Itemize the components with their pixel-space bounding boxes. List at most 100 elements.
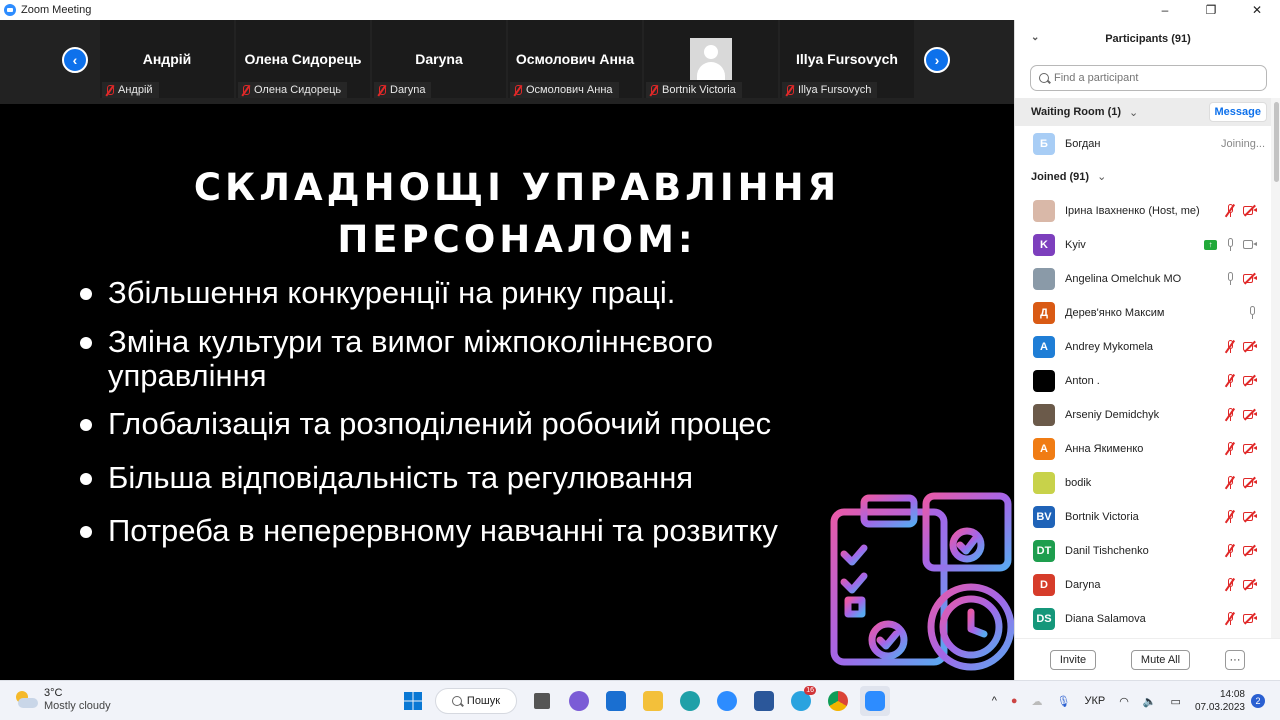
participant-name: Ірина Івахненко (Host, me) <box>1065 205 1200 217</box>
participant-row[interactable]: bodik <box>1015 466 1271 500</box>
mic-muted-icon[interactable] <box>1224 611 1235 626</box>
video-off-icon[interactable] <box>1243 408 1257 421</box>
video-off-icon[interactable] <box>1243 510 1257 523</box>
chrome-icon[interactable] <box>823 686 853 716</box>
video-off-icon[interactable] <box>1243 578 1257 591</box>
participant-row[interactable]: Anton . <box>1015 364 1271 398</box>
windows-start-icon[interactable] <box>398 686 428 716</box>
invite-button[interactable]: Invite <box>1050 650 1096 670</box>
participant-row[interactable]: Angelina Omelchuk MO <box>1015 262 1271 296</box>
mic-icon[interactable] <box>1225 272 1235 285</box>
avatar <box>1033 472 1055 494</box>
mic-muted-icon[interactable] <box>1224 441 1235 456</box>
waiting-room-label: Waiting Room (1) <box>1031 106 1122 118</box>
title-bar: Zoom Meeting – ❐ ✕ <box>0 0 1280 20</box>
mail-icon[interactable] <box>601 686 631 716</box>
chevron-up-icon[interactable]: ^ <box>992 695 997 707</box>
search-input[interactable] <box>1054 72 1254 84</box>
video-off-icon[interactable] <box>1243 340 1257 353</box>
mic-muted-icon[interactable] <box>1224 543 1235 558</box>
taskbar-search[interactable]: Пошук <box>435 688 517 714</box>
clock[interactable]: 14:08 07.03.2023 <box>1195 688 1245 714</box>
video-tile[interactable]: Bortnik Victoria <box>644 20 778 98</box>
mute-all-button[interactable]: Mute All <box>1131 650 1190 670</box>
video-tile[interactable]: Андрій Андрій <box>100 20 234 98</box>
weather-widget[interactable]: 3°C Mostly cloudy <box>14 687 111 713</box>
cloud-icon[interactable]: ☁ <box>1032 695 1043 708</box>
minimize-button[interactable]: – <box>1142 0 1188 20</box>
participant-row[interactable]: A Анна Якименко <box>1015 432 1271 466</box>
tile-label: Осмолович Анна <box>510 82 619 98</box>
telegram-icon[interactable]: 16 <box>786 686 816 716</box>
participant-status-icons <box>1224 611 1257 626</box>
mic-muted-icon[interactable] <box>1224 475 1235 490</box>
search-icon <box>451 696 462 706</box>
participant-row[interactable]: A Andrey Mykomela <box>1015 330 1271 364</box>
mic-muted-icon[interactable] <box>1224 203 1235 218</box>
battery-icon[interactable]: ▭ <box>1171 695 1181 708</box>
chevron-left-icon[interactable]: ‹ <box>62 47 88 73</box>
mic-muted-icon[interactable] <box>1224 577 1235 592</box>
video-icon[interactable] <box>1243 239 1257 250</box>
avatar: Д <box>1033 302 1055 324</box>
volume-icon[interactable]: 🔈 <box>1143 695 1157 708</box>
joined-section-header[interactable]: Joined (91) ⌄ <box>1031 170 1106 184</box>
waiting-room-header[interactable]: Waiting Room (1) ⌄ Message <box>1015 98 1271 126</box>
video-off-icon[interactable] <box>1243 544 1257 557</box>
video-tile[interactable]: Daryna Daryna <box>372 20 506 98</box>
participant-status-icons <box>1224 577 1257 592</box>
participant-status-icons <box>1224 203 1257 218</box>
video-off-icon[interactable] <box>1243 612 1257 625</box>
mic-muted-icon[interactable] <box>1224 339 1235 354</box>
participant-row[interactable]: Arseniy Demidchyk <box>1015 398 1271 432</box>
zoom-icon[interactable] <box>712 686 742 716</box>
mic-muted-icon[interactable] <box>1224 407 1235 422</box>
file-explorer-icon[interactable] <box>638 686 668 716</box>
participant-search[interactable] <box>1030 65 1267 91</box>
waiting-participant-row[interactable]: Б Богдан Joining... <box>1015 130 1271 158</box>
scrollbar[interactable] <box>1271 98 1280 638</box>
teams-chat-icon[interactable] <box>564 686 594 716</box>
video-off-icon[interactable] <box>1243 442 1257 455</box>
participant-row[interactable]: DS Diana Salamova <box>1015 602 1271 636</box>
scrollbar-thumb[interactable] <box>1274 102 1279 182</box>
participant-row[interactable]: DT Danil Tishchenko <box>1015 534 1271 568</box>
video-off-icon[interactable] <box>1243 476 1257 489</box>
chevron-right-icon[interactable]: › <box>924 47 950 73</box>
message-button[interactable]: Message <box>1208 102 1267 122</box>
participant-row[interactable]: K Kyiv ↑ <box>1015 228 1271 262</box>
task-view-icon[interactable] <box>527 686 557 716</box>
tile-label: Bortnik Victoria <box>646 82 742 98</box>
mic-icon[interactable] <box>1225 238 1235 251</box>
zoom-active-icon[interactable] <box>860 686 890 716</box>
video-off-icon[interactable] <box>1243 204 1257 217</box>
security-icon[interactable]: ● <box>1011 695 1018 707</box>
video-off-icon[interactable] <box>1243 374 1257 387</box>
edge-browser-icon[interactable] <box>675 686 705 716</box>
video-tile[interactable]: Illya Fursovych Illya Fursovych <box>780 20 914 98</box>
notification-badge[interactable]: 2 <box>1251 694 1265 708</box>
video-tile[interactable]: Осмолович Анна Осмолович Анна <box>508 20 642 98</box>
windows-taskbar: 3°C Mostly cloudy Пошук 16 ^ ● ☁ 🎙 УКР ◠… <box>0 680 1280 720</box>
language-indicator[interactable]: УКР <box>1084 695 1105 707</box>
tile-label: Daryna <box>374 82 432 98</box>
mic-muted-icon[interactable] <box>1224 509 1235 524</box>
close-button[interactable]: ✕ <box>1234 0 1280 20</box>
video-tile[interactable]: Олена Сидорець Олена Сидорець <box>236 20 370 98</box>
participant-row[interactable]: Ірина Івахненко (Host, me) <box>1015 194 1271 228</box>
window-title: Zoom Meeting <box>21 4 92 16</box>
microphone-icon[interactable]: 🎙 <box>1057 695 1071 708</box>
tile-name: Олена Сидорець <box>244 51 362 67</box>
participant-row[interactable]: Д Дерев'янко Максим <box>1015 296 1271 330</box>
word-icon[interactable] <box>749 686 779 716</box>
more-options-button[interactable]: ··· <box>1225 650 1245 670</box>
chevron-down-icon[interactable]: ⌄ <box>1031 32 1039 43</box>
mic-muted-icon[interactable] <box>1224 373 1235 388</box>
slide-bullet-list: Збільшення конкуренції на ринку праці. З… <box>80 276 830 548</box>
wifi-icon[interactable]: ◠ <box>1119 695 1129 708</box>
mic-icon[interactable] <box>1247 306 1257 319</box>
participant-row[interactable]: BV Bortnik Victoria <box>1015 500 1271 534</box>
maximize-button[interactable]: ❐ <box>1188 0 1234 20</box>
video-off-icon[interactable] <box>1243 272 1257 285</box>
participant-row[interactable]: D Daryna <box>1015 568 1271 602</box>
